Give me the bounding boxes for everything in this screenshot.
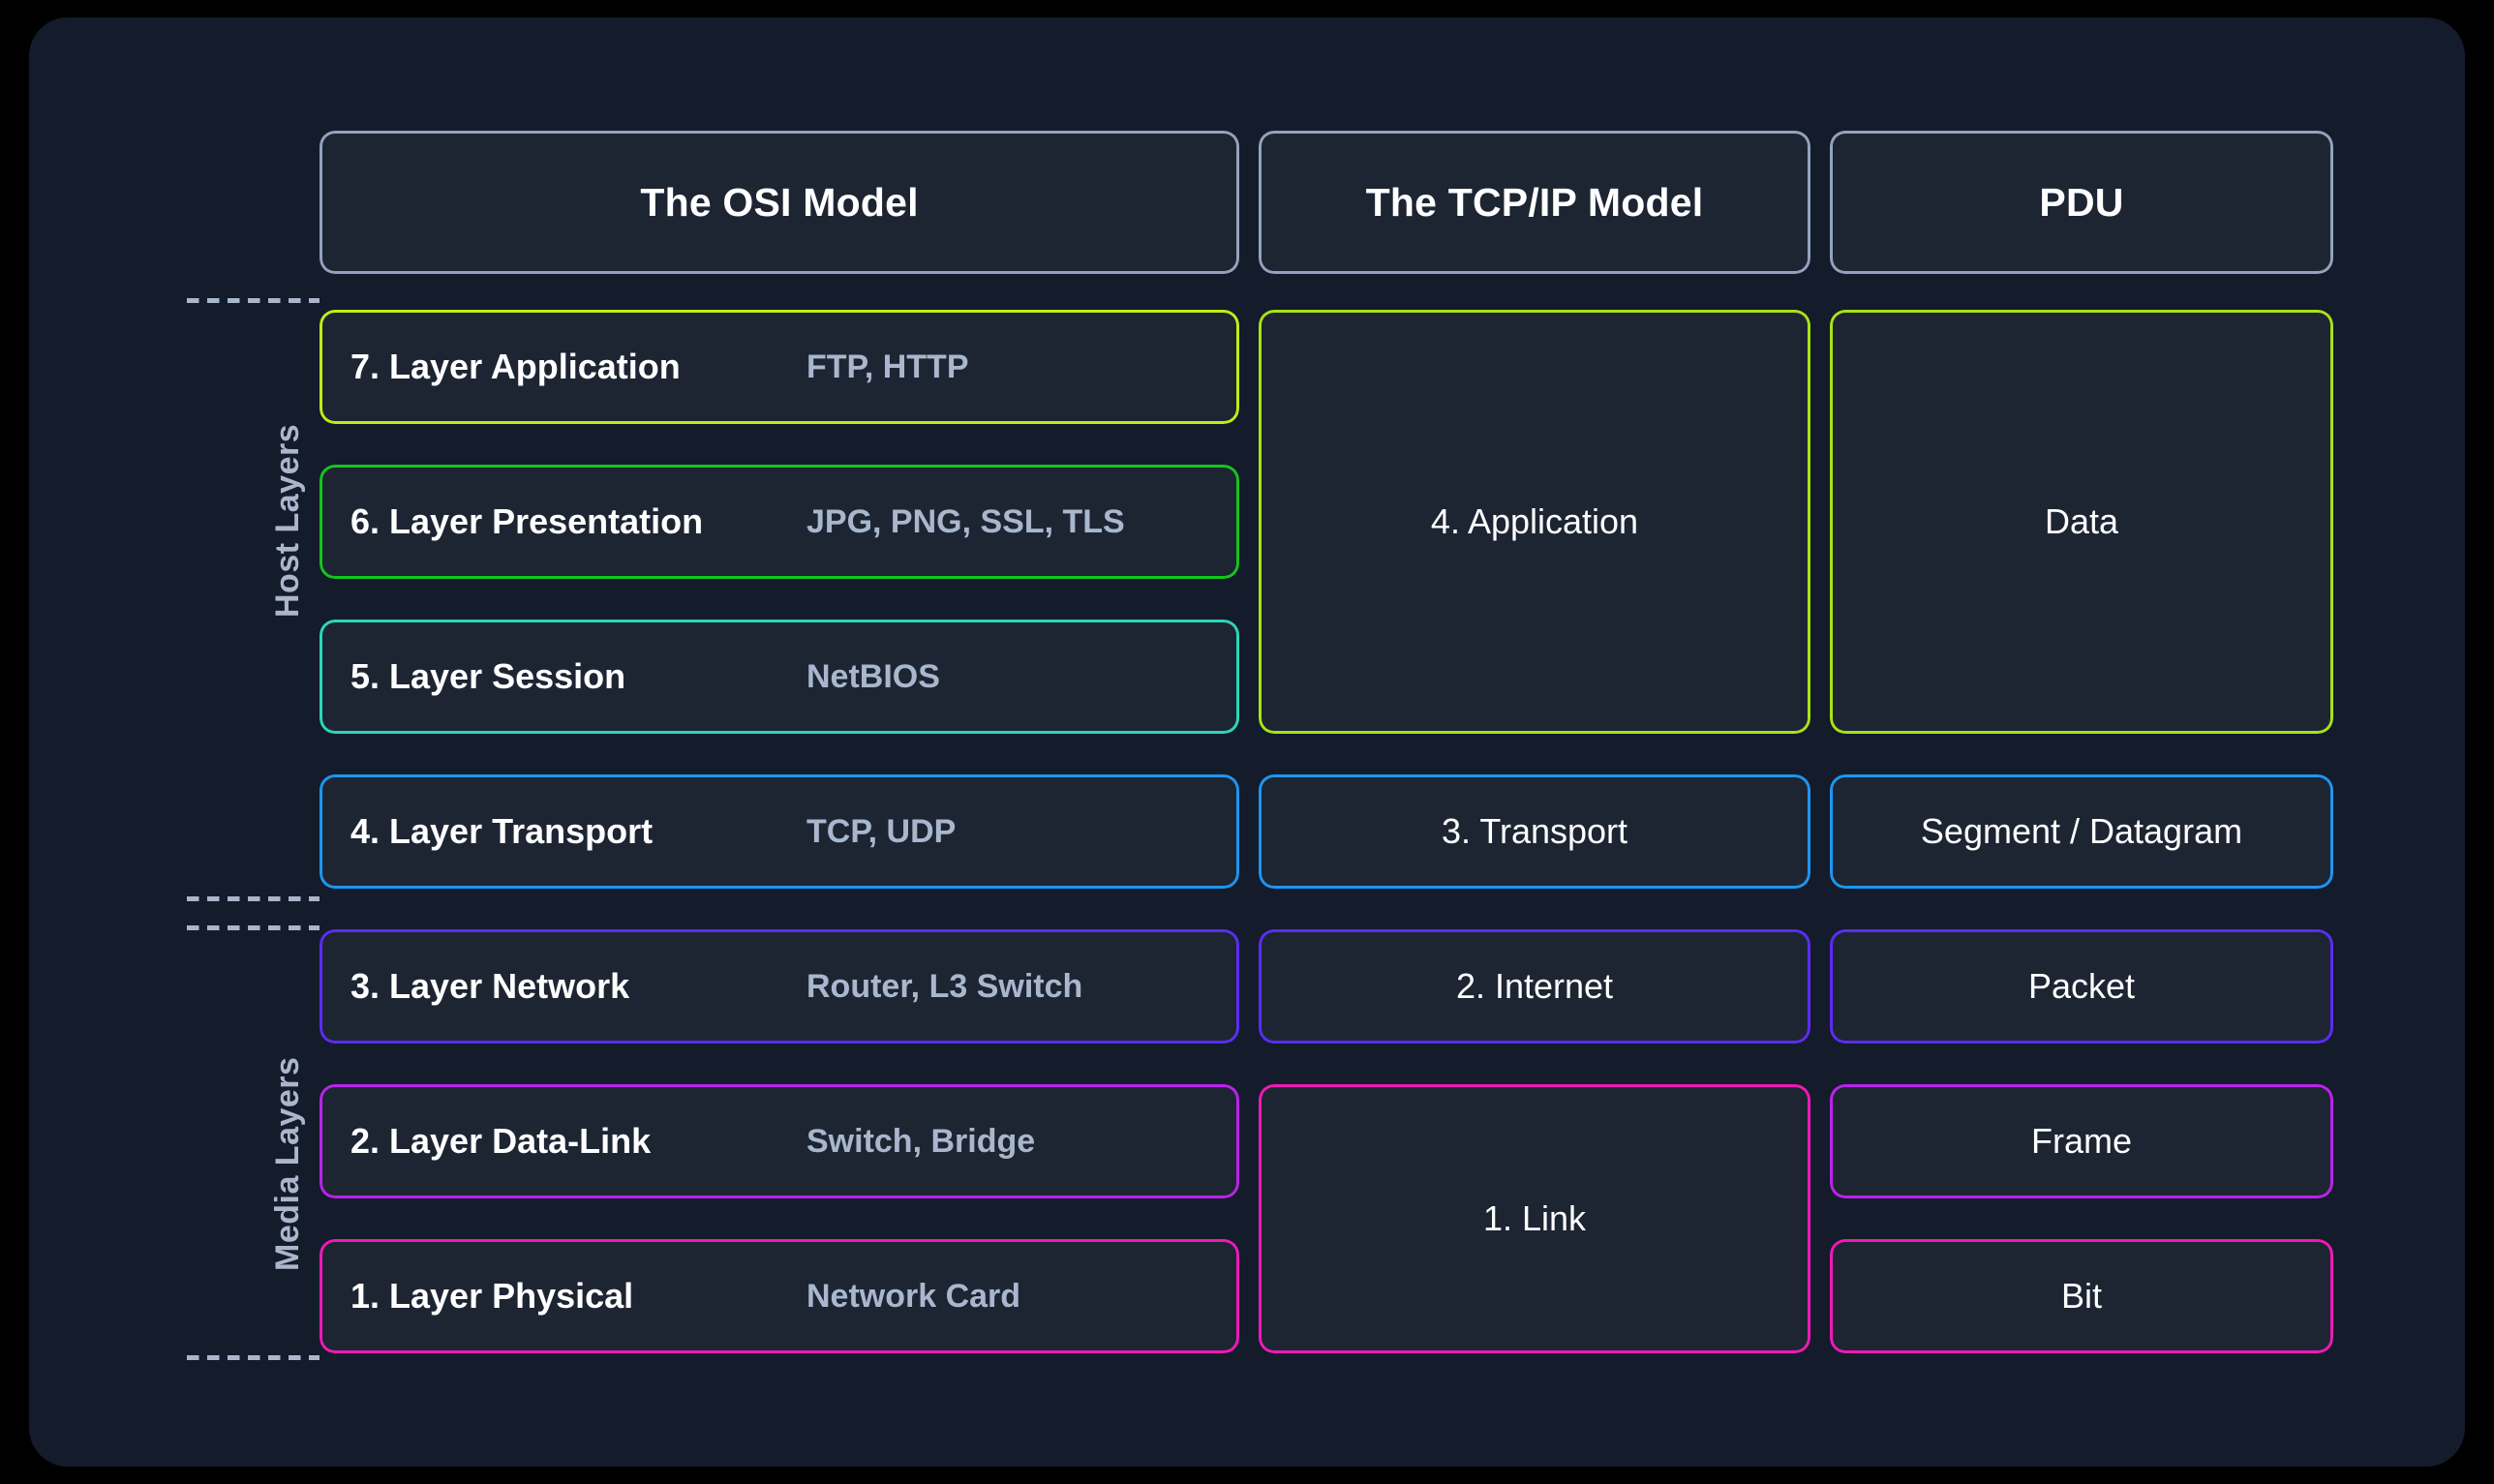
pdu-segment-datagram[interactable]: Segment / Datagram: [1830, 774, 2333, 889]
osi-layer-6-protocols: JPG, PNG, SSL, TLS: [806, 502, 1125, 540]
osi-layer-4-name: 4. Layer Transport: [350, 811, 654, 851]
osi-layer-2-name: 2. Layer Data-Link: [350, 1121, 652, 1161]
header-osi-model: The OSI Model: [319, 131, 1239, 274]
tcpip-layer-internet[interactable]: 2. Internet: [1259, 929, 1810, 1044]
osi-layer-4[interactable]: 4. Layer Transport TCP, UDP: [319, 774, 1239, 889]
separator-host-media-lower: [187, 925, 319, 930]
header-osi-model-label: The OSI Model: [640, 179, 919, 225]
osi-layer-3-name: 3. Layer Network: [350, 966, 630, 1006]
pdu-packet[interactable]: Packet: [1830, 929, 2333, 1044]
osi-layer-5-protocols: NetBIOS: [806, 657, 940, 695]
separator-host-media-upper: [187, 896, 319, 901]
osi-layer-5[interactable]: 5. Layer Session NetBIOS: [319, 620, 1239, 734]
pdu-frame-label: Frame: [2030, 1121, 2132, 1161]
tcpip-layer-application-label: 4. Application: [1430, 501, 1639, 541]
pdu-bit-label: Bit: [2060, 1276, 2102, 1316]
osi-layer-2-protocols: Switch, Bridge: [806, 1122, 1036, 1160]
tcpip-layer-link-label: 1. Link: [1482, 1198, 1587, 1238]
osi-layer-1[interactable]: 1. Layer Physical Network Card: [319, 1239, 1239, 1353]
osi-layer-1-protocols: Network Card: [806, 1277, 1021, 1315]
pdu-packet-label: Packet: [2027, 966, 2136, 1006]
tcpip-layer-link[interactable]: 1. Link: [1259, 1084, 1810, 1353]
osi-layer-7[interactable]: 7. Layer Application FTP, HTTP: [319, 310, 1239, 424]
tcpip-layer-transport-label: 3. Transport: [1441, 811, 1628, 851]
osi-tcpip-pdu-diagram: The OSI Model The TCP/IP Model PDU 7. La…: [29, 17, 2465, 1467]
group-label-host-layers: Host Layers: [269, 423, 306, 618]
header-pdu-label: PDU: [2039, 179, 2124, 225]
osi-layer-3[interactable]: 3. Layer Network Router, L3 Switch: [319, 929, 1239, 1044]
pdu-segment-datagram-label: Segment / Datagram: [1920, 811, 2243, 851]
osi-layer-3-protocols: Router, L3 Switch: [806, 967, 1083, 1005]
osi-layer-6[interactable]: 6. Layer Presentation JPG, PNG, SSL, TLS: [319, 465, 1239, 579]
tcpip-layer-transport[interactable]: 3. Transport: [1259, 774, 1810, 889]
osi-layer-5-name: 5. Layer Session: [350, 656, 626, 696]
pdu-data[interactable]: Data: [1830, 310, 2333, 734]
osi-layer-6-name: 6. Layer Presentation: [350, 501, 704, 541]
osi-layer-7-name: 7. Layer Application: [350, 347, 681, 386]
header-tcpip-model-label: The TCP/IP Model: [1365, 179, 1704, 225]
pdu-bit[interactable]: Bit: [1830, 1239, 2333, 1353]
tcpip-layer-application[interactable]: 4. Application: [1259, 310, 1810, 734]
header-pdu: PDU: [1830, 131, 2333, 274]
group-label-media-layers: Media Layers: [269, 1056, 306, 1271]
osi-layer-7-protocols: FTP, HTTP: [806, 348, 969, 385]
header-tcpip-model: The TCP/IP Model: [1259, 131, 1810, 274]
pdu-frame[interactable]: Frame: [1830, 1084, 2333, 1198]
diagram-canvas: The OSI Model The TCP/IP Model PDU 7. La…: [29, 17, 2465, 1467]
pdu-data-label: Data: [2044, 501, 2119, 541]
tcpip-layer-internet-label: 2. Internet: [1455, 966, 1614, 1006]
osi-layer-2[interactable]: 2. Layer Data-Link Switch, Bridge: [319, 1084, 1239, 1198]
osi-layer-1-name: 1. Layer Physical: [350, 1276, 634, 1316]
separator-top: [187, 298, 319, 303]
separator-bottom: [187, 1355, 319, 1360]
osi-layer-4-protocols: TCP, UDP: [806, 812, 957, 850]
